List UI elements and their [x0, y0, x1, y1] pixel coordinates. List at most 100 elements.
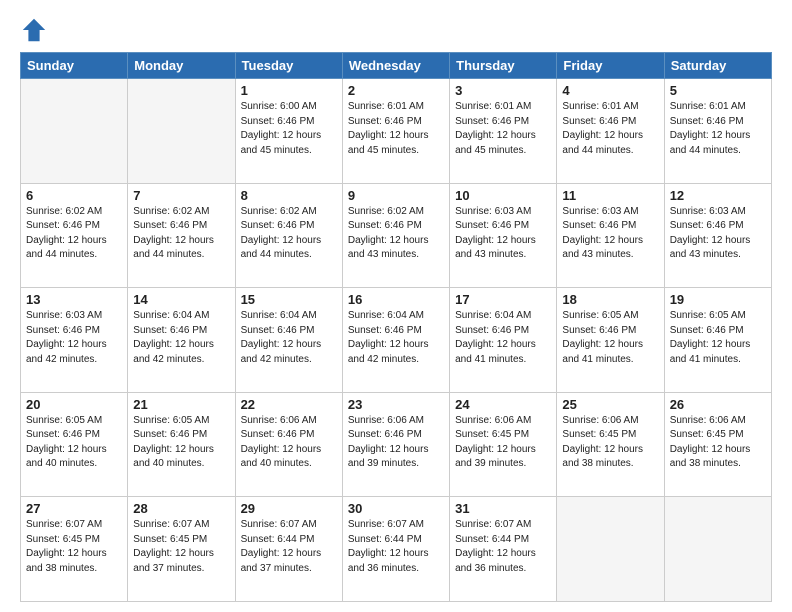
calendar-day-cell: 6Sunrise: 6:02 AM Sunset: 6:46 PM Daylig…: [21, 183, 128, 288]
calendar-day-cell: 25 Sunrise: 6:06 AM Sunset: 6:45 PM Dayli…: [557, 392, 664, 497]
day-info: Sunrise: 6:06 AM Sunset: 6:46 PM Dayligh…: [241, 414, 337, 472]
day-info: Sunrise: 6:05 AM Sunset: 6:46 PM Dayligh…: [26, 414, 122, 472]
day-info: Sunrise: 6:04 AM Sunset: 6:46 PM Dayligh…: [133, 309, 229, 367]
day-info: Sunrise: 6:04 AM Sunset: 6:46 PM Dayligh…: [241, 309, 337, 367]
day-number: 31: [455, 501, 551, 516]
day-number: 19: [670, 292, 766, 307]
day-number: 7: [133, 188, 229, 203]
calendar-day-cell: 17 Sunrise: 6:04 AM Sunset: 6:46 PM Dayli…: [450, 288, 557, 393]
day-number: 2: [348, 83, 444, 98]
calendar-day-cell: 22 Sunrise: 6:06 AM Sunset: 6:46 PM Dayli…: [235, 392, 342, 497]
day-number: 21: [133, 397, 229, 412]
day-number: 10: [455, 188, 551, 203]
day-info: Sunrise: 6:05 AM Sunset: 6:46 PM Dayligh…: [133, 414, 229, 472]
calendar-day-header: Saturday: [664, 53, 771, 79]
calendar-day-cell: 26Sunrise: 6:06 AM Sunset: 6:45 PM Dayli…: [664, 392, 771, 497]
day-number: 8: [241, 188, 337, 203]
day-number: 26: [670, 397, 766, 412]
day-info: Sunrise: 6:03 AM Sunset: 6:46 PM Dayligh…: [26, 309, 122, 367]
calendar-day-cell: [664, 497, 771, 602]
day-info: Sunrise: 6:00 AM Sunset: 6:46 PM Dayligh…: [241, 100, 337, 158]
calendar-table: SundayMondayTuesdayWednesdayThursdayFrid…: [20, 52, 772, 602]
page: SundayMondayTuesdayWednesdayThursdayFrid…: [0, 0, 792, 612]
day-number: 20: [26, 397, 122, 412]
day-number: 30: [348, 501, 444, 516]
day-number: 22: [241, 397, 337, 412]
calendar-week-row: 13 Sunrise: 6:03 AM Sunset: 6:46 PM Dayli…: [21, 288, 772, 393]
calendar-day-header: Friday: [557, 53, 664, 79]
day-number: 23: [348, 397, 444, 412]
calendar-day-cell: 13 Sunrise: 6:03 AM Sunset: 6:46 PM Dayli…: [21, 288, 128, 393]
calendar-day-cell: 27 Sunrise: 6:07 AM Sunset: 6:45 PM Dayli…: [21, 497, 128, 602]
calendar-day-cell: 1 Sunrise: 6:00 AM Sunset: 6:46 PM Daylig…: [235, 79, 342, 184]
calendar-day-cell: 23Sunrise: 6:06 AM Sunset: 6:46 PM Dayli…: [342, 392, 449, 497]
calendar-day-cell: 14 Sunrise: 6:04 AM Sunset: 6:46 PM Dayli…: [128, 288, 235, 393]
day-info: Sunrise: 6:07 AM Sunset: 6:45 PM Dayligh…: [133, 518, 229, 576]
calendar-day-cell: 8 Sunrise: 6:02 AM Sunset: 6:46 PM Daylig…: [235, 183, 342, 288]
header: [20, 16, 772, 44]
day-info: Sunrise: 6:04 AM Sunset: 6:46 PM Dayligh…: [455, 309, 551, 367]
day-number: 12: [670, 188, 766, 203]
day-info: Sunrise: 6:07 AM Sunset: 6:44 PM Dayligh…: [348, 518, 444, 576]
calendar-day-cell: 18 Sunrise: 6:05 AM Sunset: 6:46 PM Dayli…: [557, 288, 664, 393]
calendar-day-cell: 4Sunrise: 6:01 AM Sunset: 6:46 PM Daylig…: [557, 79, 664, 184]
day-number: 27: [26, 501, 122, 516]
day-number: 1: [241, 83, 337, 98]
day-number: 25: [562, 397, 658, 412]
day-info: Sunrise: 6:03 AM Sunset: 6:46 PM Dayligh…: [670, 205, 766, 263]
day-info: Sunrise: 6:07 AM Sunset: 6:44 PM Dayligh…: [241, 518, 337, 576]
day-number: 3: [455, 83, 551, 98]
calendar-day-cell: 12 Sunrise: 6:03 AM Sunset: 6:46 PM Dayli…: [664, 183, 771, 288]
calendar-day-cell: 15Sunrise: 6:04 AM Sunset: 6:46 PM Dayli…: [235, 288, 342, 393]
calendar-week-row: 1 Sunrise: 6:00 AM Sunset: 6:46 PM Daylig…: [21, 79, 772, 184]
calendar-day-cell: 24 Sunrise: 6:06 AM Sunset: 6:45 PM Dayli…: [450, 392, 557, 497]
day-number: 29: [241, 501, 337, 516]
calendar-day-cell: 21 Sunrise: 6:05 AM Sunset: 6:46 PM Dayli…: [128, 392, 235, 497]
logo-icon: [20, 16, 48, 44]
day-info: Sunrise: 6:01 AM Sunset: 6:46 PM Dayligh…: [348, 100, 444, 158]
day-number: 4: [562, 83, 658, 98]
day-info: Sunrise: 6:01 AM Sunset: 6:46 PM Dayligh…: [670, 100, 766, 158]
calendar-day-cell: 28 Sunrise: 6:07 AM Sunset: 6:45 PM Dayli…: [128, 497, 235, 602]
calendar-day-cell: 9Sunrise: 6:02 AM Sunset: 6:46 PM Daylig…: [342, 183, 449, 288]
day-info: Sunrise: 6:02 AM Sunset: 6:46 PM Dayligh…: [348, 205, 444, 263]
day-number: 18: [562, 292, 658, 307]
calendar-day-cell: 5 Sunrise: 6:01 AM Sunset: 6:46 PM Daylig…: [664, 79, 771, 184]
day-info: Sunrise: 6:05 AM Sunset: 6:46 PM Dayligh…: [670, 309, 766, 367]
day-number: 17: [455, 292, 551, 307]
calendar-week-row: 6 Sunrise: 6:02 AM Sunset: 6:46 PM Daylig…: [21, 183, 772, 288]
calendar-header-row: SundayMondayTuesdayWednesdayThursdayFrid…: [21, 53, 772, 79]
logo: [20, 16, 50, 44]
calendar-day-header: Wednesday: [342, 53, 449, 79]
day-number: 13: [26, 292, 122, 307]
day-number: 6: [26, 188, 122, 203]
calendar-day-cell: 2 Sunrise: 6:01 AM Sunset: 6:46 PM Daylig…: [342, 79, 449, 184]
day-info: Sunrise: 6:01 AM Sunset: 6:46 PM Dayligh…: [455, 100, 551, 158]
calendar-day-cell: [557, 497, 664, 602]
day-number: 16: [348, 292, 444, 307]
calendar-day-cell: [21, 79, 128, 184]
day-info: Sunrise: 6:06 AM Sunset: 6:45 PM Dayligh…: [562, 414, 658, 472]
calendar-day-header: Monday: [128, 53, 235, 79]
calendar-week-row: 20 Sunrise: 6:05 AM Sunset: 6:46 PM Dayli…: [21, 392, 772, 497]
calendar-day-cell: 10 Sunrise: 6:03 AM Sunset: 6:46 PM Dayli…: [450, 183, 557, 288]
calendar-day-cell: 16Sunrise: 6:04 AM Sunset: 6:46 PM Dayli…: [342, 288, 449, 393]
day-info: Sunrise: 6:02 AM Sunset: 6:46 PM Dayligh…: [241, 205, 337, 263]
calendar-day-header: Thursday: [450, 53, 557, 79]
calendar-day-cell: 7Sunrise: 6:02 AM Sunset: 6:46 PM Daylig…: [128, 183, 235, 288]
day-number: 28: [133, 501, 229, 516]
day-info: Sunrise: 6:07 AM Sunset: 6:45 PM Dayligh…: [26, 518, 122, 576]
day-number: 11: [562, 188, 658, 203]
calendar-day-cell: 11Sunrise: 6:03 AM Sunset: 6:46 PM Dayli…: [557, 183, 664, 288]
calendar-day-header: Sunday: [21, 53, 128, 79]
calendar-day-cell: [128, 79, 235, 184]
calendar-day-cell: 3 Sunrise: 6:01 AM Sunset: 6:46 PM Daylig…: [450, 79, 557, 184]
day-info: Sunrise: 6:03 AM Sunset: 6:46 PM Dayligh…: [455, 205, 551, 263]
day-info: Sunrise: 6:05 AM Sunset: 6:46 PM Dayligh…: [562, 309, 658, 367]
day-info: Sunrise: 6:07 AM Sunset: 6:44 PM Dayligh…: [455, 518, 551, 576]
day-number: 5: [670, 83, 766, 98]
calendar-day-header: Tuesday: [235, 53, 342, 79]
day-number: 14: [133, 292, 229, 307]
day-number: 24: [455, 397, 551, 412]
day-info: Sunrise: 6:06 AM Sunset: 6:45 PM Dayligh…: [455, 414, 551, 472]
